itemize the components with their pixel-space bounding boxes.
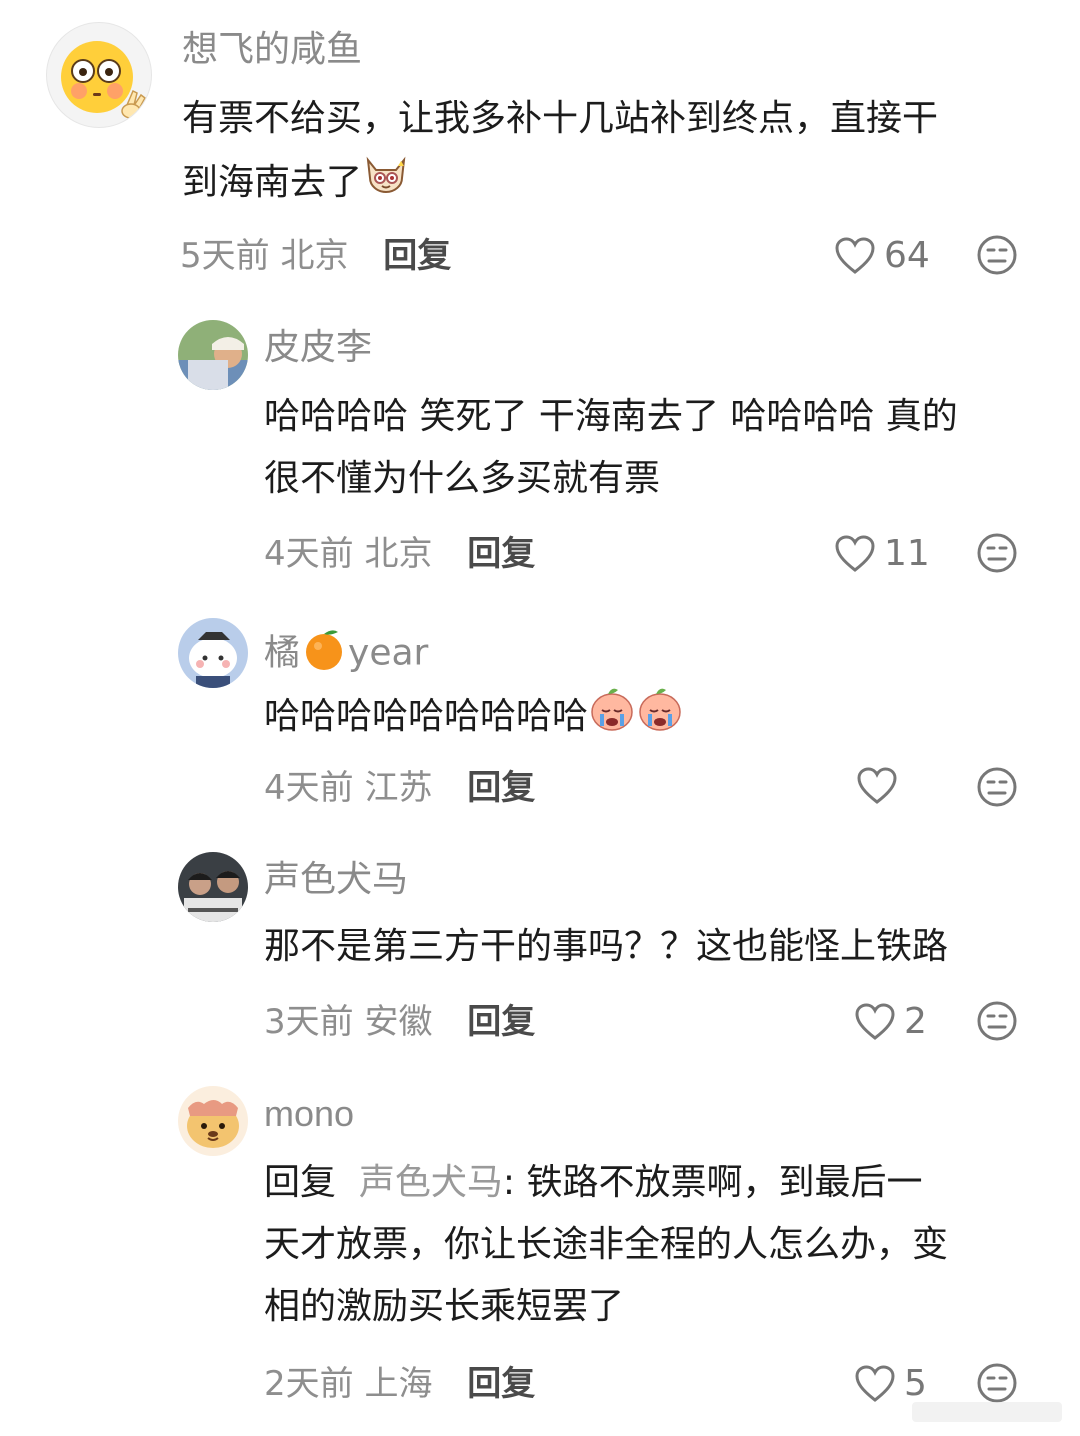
comment-meta: 5天前 北京 回复 [180,234,451,278]
photo-avatar-icon [178,320,248,390]
timestamp: 4天前 [264,534,354,574]
username[interactable]: 橘 year [264,624,428,685]
comment-line: 那不是第三方干的事吗？？这也能怪上铁路 [264,926,949,967]
cartoon-cat-avatar-icon [178,618,248,688]
like-button[interactable]: 11 [834,532,930,576]
location: 上海 [364,1364,433,1404]
avatar[interactable] [178,320,248,390]
comment-line: 很不懂为什么多买就有票 [264,458,661,499]
avatar[interactable] [178,852,248,922]
avatar[interactable] [46,22,152,128]
reply-prefix: 回复 [264,1162,337,1203]
crying-peach-emoji-icon [588,684,684,752]
heart-outline-icon [855,1365,895,1402]
comment-text: 哈哈哈哈 笑死了 干海南去了 哈哈哈哈 真的 很不懂为什么多买就有票 [264,386,958,510]
comment-meta: 4天前 江苏 回复 [264,766,535,810]
avatar[interactable] [178,1086,248,1156]
orange-emoji-icon [300,624,348,685]
comment-line: 有票不给买，让我多补十几站补到终点，直接干 [182,98,939,139]
dislike-button[interactable] [976,532,1018,578]
username[interactable]: mono [264,1090,354,1138]
username[interactable]: 声色犬马 [264,856,408,904]
like-button[interactable]: 2 [854,1000,927,1044]
comment-line-with-emoji: 到海南去了 [182,150,938,218]
watermark [912,1398,1062,1426]
comment-meta: 2天前 上海 回复 [264,1362,535,1406]
comment-text: 哈哈哈哈哈哈哈哈哈 [264,684,684,752]
meh-face-icon [977,767,1017,807]
reply-button[interactable]: 回复 [383,236,451,276]
location: 安徽 [364,1002,433,1042]
timestamp: 4天前 [264,768,354,808]
username[interactable]: 想飞的咸鱼 [182,26,362,74]
reply-button[interactable]: 回复 [467,534,535,574]
reply-button[interactable]: 回复 [467,1002,535,1042]
heart-outline-icon [835,237,875,274]
location: 江苏 [364,768,433,808]
comment-text: 有票不给买，让我多补十几站补到终点，直接干 到海南去了 [182,88,938,218]
like-count: 64 [884,235,930,276]
comment-line: 哈哈哈哈 笑死了 干海南去了 哈哈哈哈 真的 [264,396,958,437]
heart-outline-icon [855,1003,895,1040]
reply-to-username[interactable]: 声色犬马 [359,1162,503,1203]
dislike-button[interactable] [976,234,1018,280]
cat-emoji-icon [362,150,410,218]
avatar[interactable] [178,618,248,688]
timestamp: 3天前 [264,1002,354,1042]
location: 北京 [280,236,349,276]
like-count: 2 [904,1001,927,1042]
dislike-button[interactable] [976,1000,1018,1046]
heart-outline-icon [857,767,897,804]
location: 北京 [364,534,433,574]
heart-outline-icon [835,535,875,572]
reply-button[interactable]: 回复 [467,768,535,808]
timestamp: 2天前 [264,1364,354,1404]
comment-text: 那不是第三方干的事吗？？这也能怪上铁路 [264,916,948,978]
dislike-button[interactable] [976,766,1018,812]
meh-face-icon [977,533,1017,573]
comment-line-with-emoji: 哈哈哈哈哈哈哈哈哈 [264,684,684,752]
username[interactable]: 皮皮李 [264,324,372,372]
shocked-face-emoji-icon [61,41,146,119]
comment-line: 相的激励买长乘短罢了 [264,1286,625,1327]
like-count: 11 [884,533,930,574]
comment-text: 回复 声色犬马: 铁路不放票啊，到最后一 天才放票，你让长途非全程的人怎么办，变… [264,1152,948,1338]
comment-meta: 3天前 安徽 回复 [264,1000,535,1044]
like-button[interactable]: 64 [834,234,930,278]
timestamp: 5天前 [180,236,270,276]
like-button[interactable] [856,766,906,806]
comment-line: 天才放票，你让长途非全程的人怎么办，变 [264,1224,949,1265]
cartoon-dog-avatar-icon [178,1086,248,1156]
reply-button[interactable]: 回复 [467,1364,535,1404]
photo-avatar-icon [178,852,248,922]
comment-meta: 4天前 北京 回复 [264,532,535,576]
meh-face-icon [977,1001,1017,1041]
comment-line: 回复 声色犬马: 铁路不放票啊，到最后一 [264,1162,923,1203]
meh-face-icon [977,235,1017,275]
